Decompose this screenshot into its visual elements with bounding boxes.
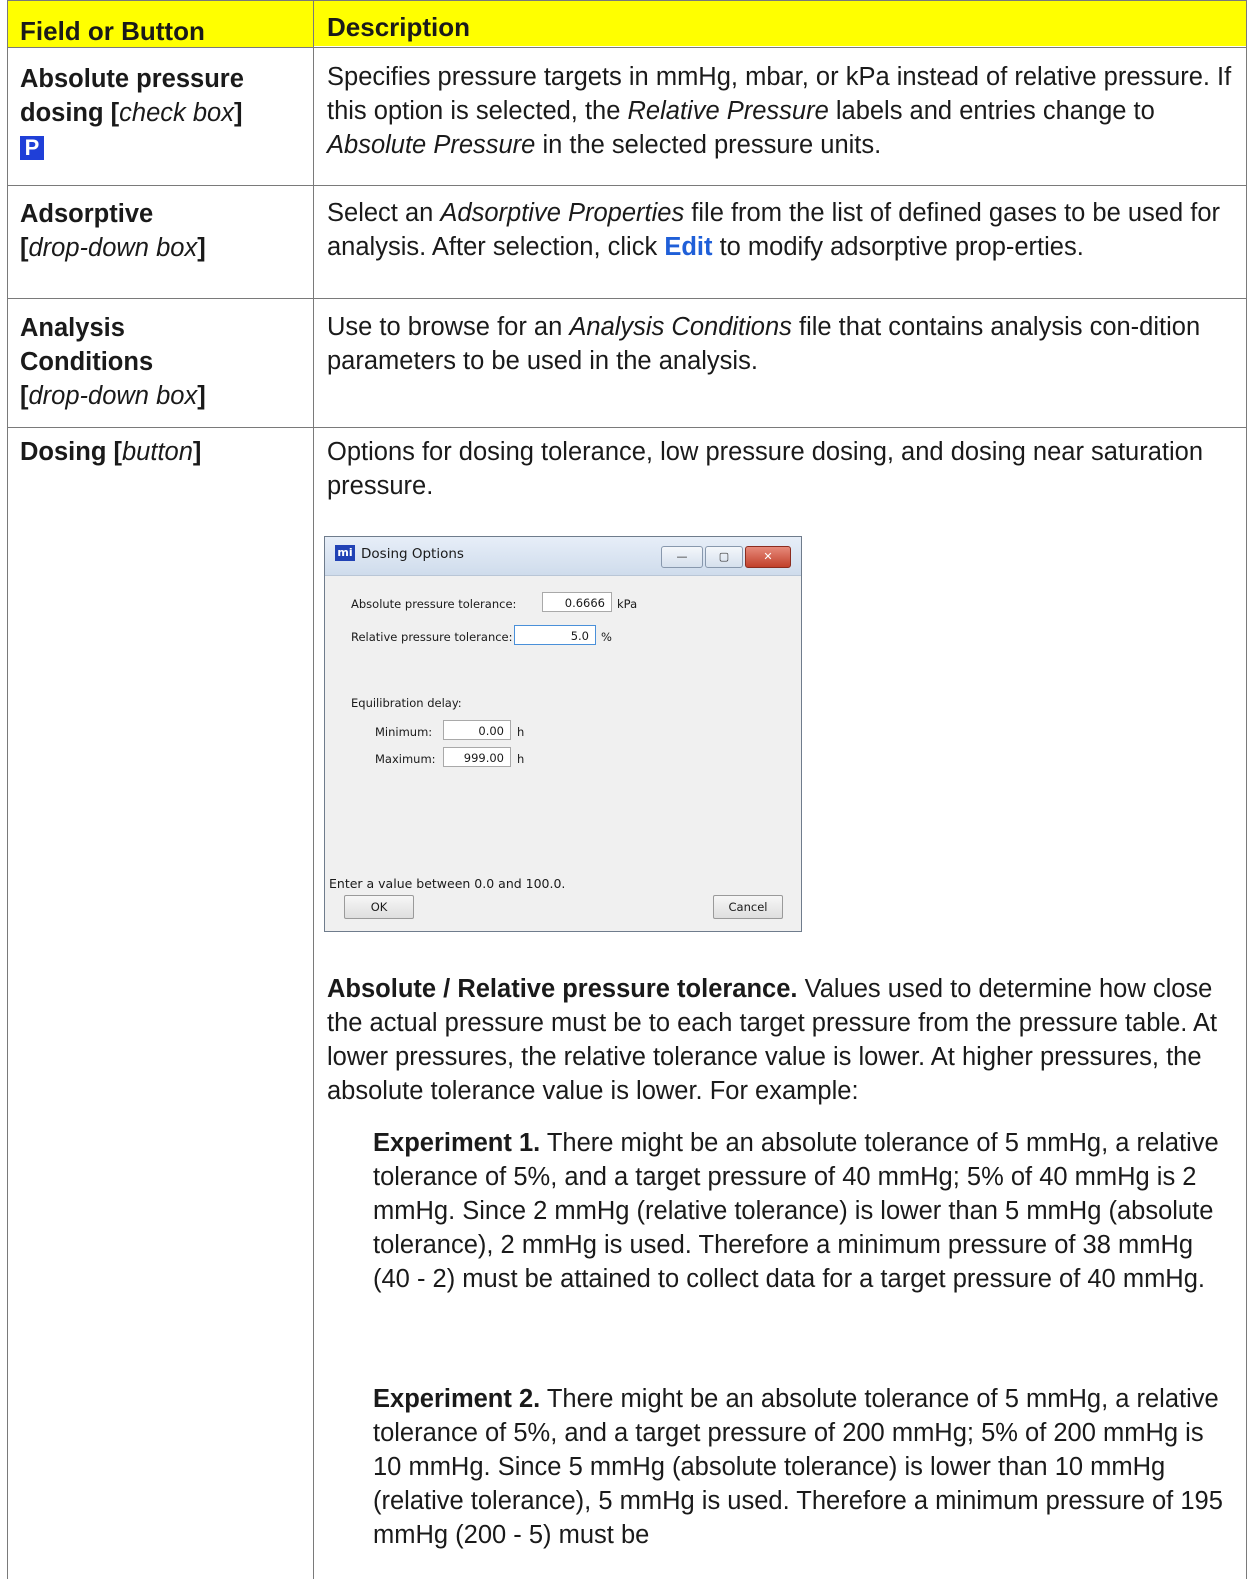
maximum-unit: h: [517, 752, 525, 766]
header-field-or-button: Field or Button: [20, 16, 205, 46]
rel-tolerance-unit: %: [601, 630, 612, 644]
rel-tolerance-input[interactable]: 5.0: [514, 625, 596, 645]
dialog-title: Dosing Options: [361, 546, 464, 562]
dosing-options-dialog: mi Dosing Options — ▢ ✕ Absolute pressur…: [324, 536, 802, 932]
dialog-titlebar[interactable]: mi Dosing Options — ▢ ✕: [325, 537, 801, 576]
desc-experiment-1: Experiment 1. There might be an absolute…: [373, 1129, 1219, 1293]
desc-analysis-conditions: Use to browse for an Analysis Conditions…: [327, 313, 1201, 375]
header-description: Description: [327, 12, 471, 42]
minimum-unit: h: [517, 725, 525, 739]
minimize-icon[interactable]: —: [661, 546, 703, 568]
field-dosing: Dosing [button]: [20, 438, 202, 466]
dialog-body: Absolute pressure tolerance: 0.6666 kPa …: [333, 579, 793, 884]
table-border-top: [7, 0, 1247, 1]
close-icon[interactable]: ✕: [745, 546, 791, 568]
desc-dosing-intro: Options for dosing tolerance, low pressu…: [327, 438, 1204, 500]
equilibration-delay-label: Equilibration delay:: [351, 696, 462, 710]
row-divider: [7, 298, 1247, 299]
row-divider: [7, 185, 1247, 186]
desc-adsorptive: Select an Adsorptive Properties file fro…: [327, 199, 1221, 261]
maximum-input[interactable]: 999.00: [443, 747, 511, 767]
rel-tolerance-label: Relative pressure tolerance:: [351, 630, 513, 644]
abs-tolerance-label: Absolute pressure tolerance:: [351, 597, 517, 611]
desc-pressure-tolerance: Absolute / Relative pressure tolerance. …: [327, 975, 1218, 1105]
app-icon: mi: [335, 545, 355, 561]
field-analysis-conditions: Analysis Conditions [drop-down box]: [20, 314, 206, 410]
abs-tolerance-unit: kPa: [617, 597, 638, 611]
row-divider: [7, 427, 1247, 428]
p-badge-icon: P: [20, 136, 44, 160]
table-border-left: [7, 0, 8, 1579]
row-divider: [7, 47, 1247, 48]
field-absolute-pressure-dosing: Absolute pressure dosing [check box] P: [20, 65, 244, 160]
maximize-icon[interactable]: ▢: [705, 546, 743, 568]
cancel-button[interactable]: Cancel: [713, 895, 783, 919]
table-border-right: [1246, 0, 1247, 1579]
ok-button[interactable]: OK: [344, 895, 414, 919]
desc-experiment-2: Experiment 2. There might be an absolute…: [373, 1385, 1223, 1549]
field-adsorptive: Adsorptive [drop-down box]: [20, 200, 206, 262]
edit-link[interactable]: Edit: [664, 233, 712, 261]
minimum-input[interactable]: 0.00: [443, 720, 511, 740]
status-message: Enter a value between 0.0 and 100.0.: [329, 876, 566, 891]
maximum-label: Maximum:: [375, 752, 436, 766]
abs-tolerance-input[interactable]: 0.6666: [542, 592, 612, 612]
desc-absolute-pressure-dosing: Specifies pressure targets in mmHg, mbar…: [327, 63, 1232, 159]
minimum-label: Minimum:: [375, 725, 433, 739]
table-column-divider: [313, 0, 314, 1579]
